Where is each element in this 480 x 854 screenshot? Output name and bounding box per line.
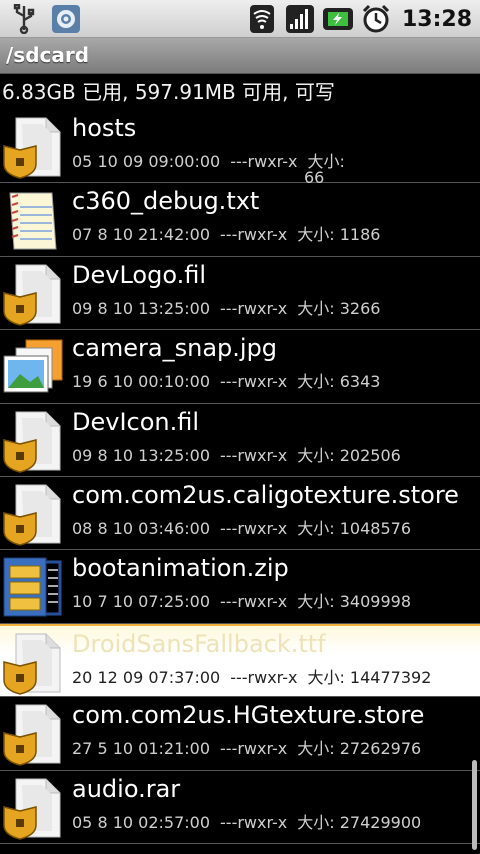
status-bar: 13:28 xyxy=(0,0,480,38)
file-date: 19 6 10 00:10:00 xyxy=(72,372,211,392)
file-permissions: ---rwxr-x xyxy=(230,667,298,687)
file-row[interactable]: com.com2us.caligotexture.store 08 8 10 03… xyxy=(0,477,480,551)
locked-file-icon xyxy=(2,701,64,767)
file-name: hosts xyxy=(72,114,137,142)
file-name: camera_snap.jpg xyxy=(72,334,278,363)
file-permissions: ---rwxr-x xyxy=(220,225,288,245)
file-date: 09 8 10 13:25:00 xyxy=(72,298,211,318)
storage-info: 6.83GB 已用, 597.91MB 可用, 可写 xyxy=(2,80,335,104)
file-permissions: ---rwxr-x xyxy=(220,298,288,318)
file-name: com.com2us.caligotexture.store xyxy=(72,480,459,509)
file-date: 10 7 10 07:25:00 xyxy=(72,592,211,612)
locked-file-icon xyxy=(2,408,64,474)
file-meta: 07 8 10 21:42:00 ---rwxr-x 大小: 1186 xyxy=(72,221,390,245)
file-size: 大小: 27262976 xyxy=(297,739,422,759)
file-permissions: ---rwxr-x xyxy=(220,518,288,538)
file-size: 大小: 27429900 xyxy=(297,812,422,832)
image-file-icon xyxy=(2,334,64,400)
file-row[interactable]: DroidSansFallback.ttf 20 12 09 07:37:00 --… xyxy=(0,623,480,698)
title-bar: /sdcard xyxy=(0,38,480,74)
locked-file-icon xyxy=(2,630,64,696)
file-size: 大小: 202506 xyxy=(297,445,401,465)
file-size: 大小: 1186 xyxy=(297,225,381,245)
file-date: 05 8 10 02:57:00 xyxy=(72,812,211,832)
file-date: 05 10 09 09:00:00 xyxy=(72,152,221,171)
file-permissions: ---rwxr-x xyxy=(230,152,298,171)
page-title: /sdcard xyxy=(6,43,90,67)
file-date: 20 12 09 07:37:00 xyxy=(72,667,221,687)
zip-archive-icon xyxy=(2,554,64,620)
file-meta: 27 5 10 01:21:00 ---rwxr-x 大小: 27262976 xyxy=(72,735,431,759)
file-name: DroidSansFallback.ttf xyxy=(72,629,326,658)
file-name: c360_debug.txt xyxy=(72,187,260,216)
file-size: 大小: 14477392 xyxy=(307,667,432,687)
file-permissions: ---rwxr-x xyxy=(220,592,288,612)
file-row[interactable]: com.com2us.HGtexture.store 27 5 10 01:21:… xyxy=(0,697,480,771)
file-permissions: ---rwxr-x xyxy=(220,739,288,759)
file-name: bootanimation.zip xyxy=(72,554,289,583)
settings-notification-icon xyxy=(50,3,82,35)
file-name: DevLogo.fil xyxy=(72,260,206,289)
file-row[interactable]: hosts 05 10 09 09:00:00 ---rwxr-x 大小: 66 xyxy=(0,110,480,187)
locked-file-icon xyxy=(2,114,64,180)
file-date: 27 5 10 01:21:00 xyxy=(72,739,211,759)
locked-file-icon xyxy=(2,775,64,841)
usb-icon xyxy=(8,3,40,35)
alarm-clock-icon xyxy=(360,3,392,35)
file-list: hosts 05 10 09 09:00:00 ---rwxr-x 大小: 66 c36… xyxy=(0,110,480,844)
file-meta: 09 8 10 13:25:00 ---rwxr-x 大小: 202506 xyxy=(72,442,411,466)
file-row[interactable]: DevLogo.fil 09 8 10 13:25:00 ---rwxr-x 大小: … xyxy=(0,257,480,331)
locked-file-icon xyxy=(2,481,64,547)
file-size: 大小: 3409998 xyxy=(297,592,412,612)
file-permissions: ---rwxr-x xyxy=(220,445,288,465)
locked-file-icon xyxy=(2,261,64,327)
battery-charging-icon xyxy=(322,3,354,35)
file-date: 08 8 10 03:46:00 xyxy=(72,518,211,538)
file-row[interactable]: audio.rar 05 8 10 02:57:00 ---rwxr-x 大小: 27… xyxy=(0,771,480,844)
file-meta: 08 8 10 03:46:00 ---rwxr-x 大小: 1048576 xyxy=(72,515,421,539)
file-size: 大小: 1048576 xyxy=(297,518,412,538)
file-name: com.com2us.HGtexture.store xyxy=(72,701,425,730)
file-meta: 19 6 10 00:10:00 ---rwxr-x 大小: 6343 xyxy=(72,368,390,392)
file-row[interactable]: DevIcon.fil 09 8 10 13:25:00 ---rwxr-x 大小: … xyxy=(0,404,480,477)
file-permissions: ---rwxr-x xyxy=(220,812,288,832)
file-size: 大小: 6343 xyxy=(297,372,381,392)
file-meta: 09 8 10 13:25:00 ---rwxr-x 大小: 3266 xyxy=(72,295,390,319)
wifi-icon xyxy=(246,3,278,35)
file-size: 大小: 3266 xyxy=(297,298,381,318)
file-name: DevIcon.fil xyxy=(72,407,200,436)
file-meta: 20 12 09 07:37:00 ---rwxr-x 大小: 14477392 xyxy=(72,664,441,688)
scrollbar[interactable] xyxy=(472,760,477,850)
file-name: audio.rar xyxy=(72,774,181,803)
file-permissions: ---rwxr-x xyxy=(220,372,288,392)
file-row[interactable]: c360_debug.txt 07 8 10 21:42:00 ---rwxr-x 大… xyxy=(0,183,480,257)
file-meta: 10 7 10 07:25:00 ---rwxr-x 大小: 3409998 xyxy=(72,588,421,612)
file-date: 09 8 10 13:25:00 xyxy=(72,445,211,465)
file-row[interactable]: bootanimation.zip 10 7 10 07:25:00 ---rwxr… xyxy=(0,550,480,624)
status-time: 13:28 xyxy=(401,6,472,32)
file-date: 07 8 10 21:42:00 xyxy=(72,225,211,245)
file-row[interactable]: camera_snap.jpg 19 6 10 00:10:00 ---rwxr-x… xyxy=(0,330,480,404)
text-file-icon xyxy=(2,187,64,253)
signal-icon xyxy=(284,3,316,35)
file-meta: 05 8 10 02:57:00 ---rwxr-x 大小: 27429900 xyxy=(72,809,431,833)
